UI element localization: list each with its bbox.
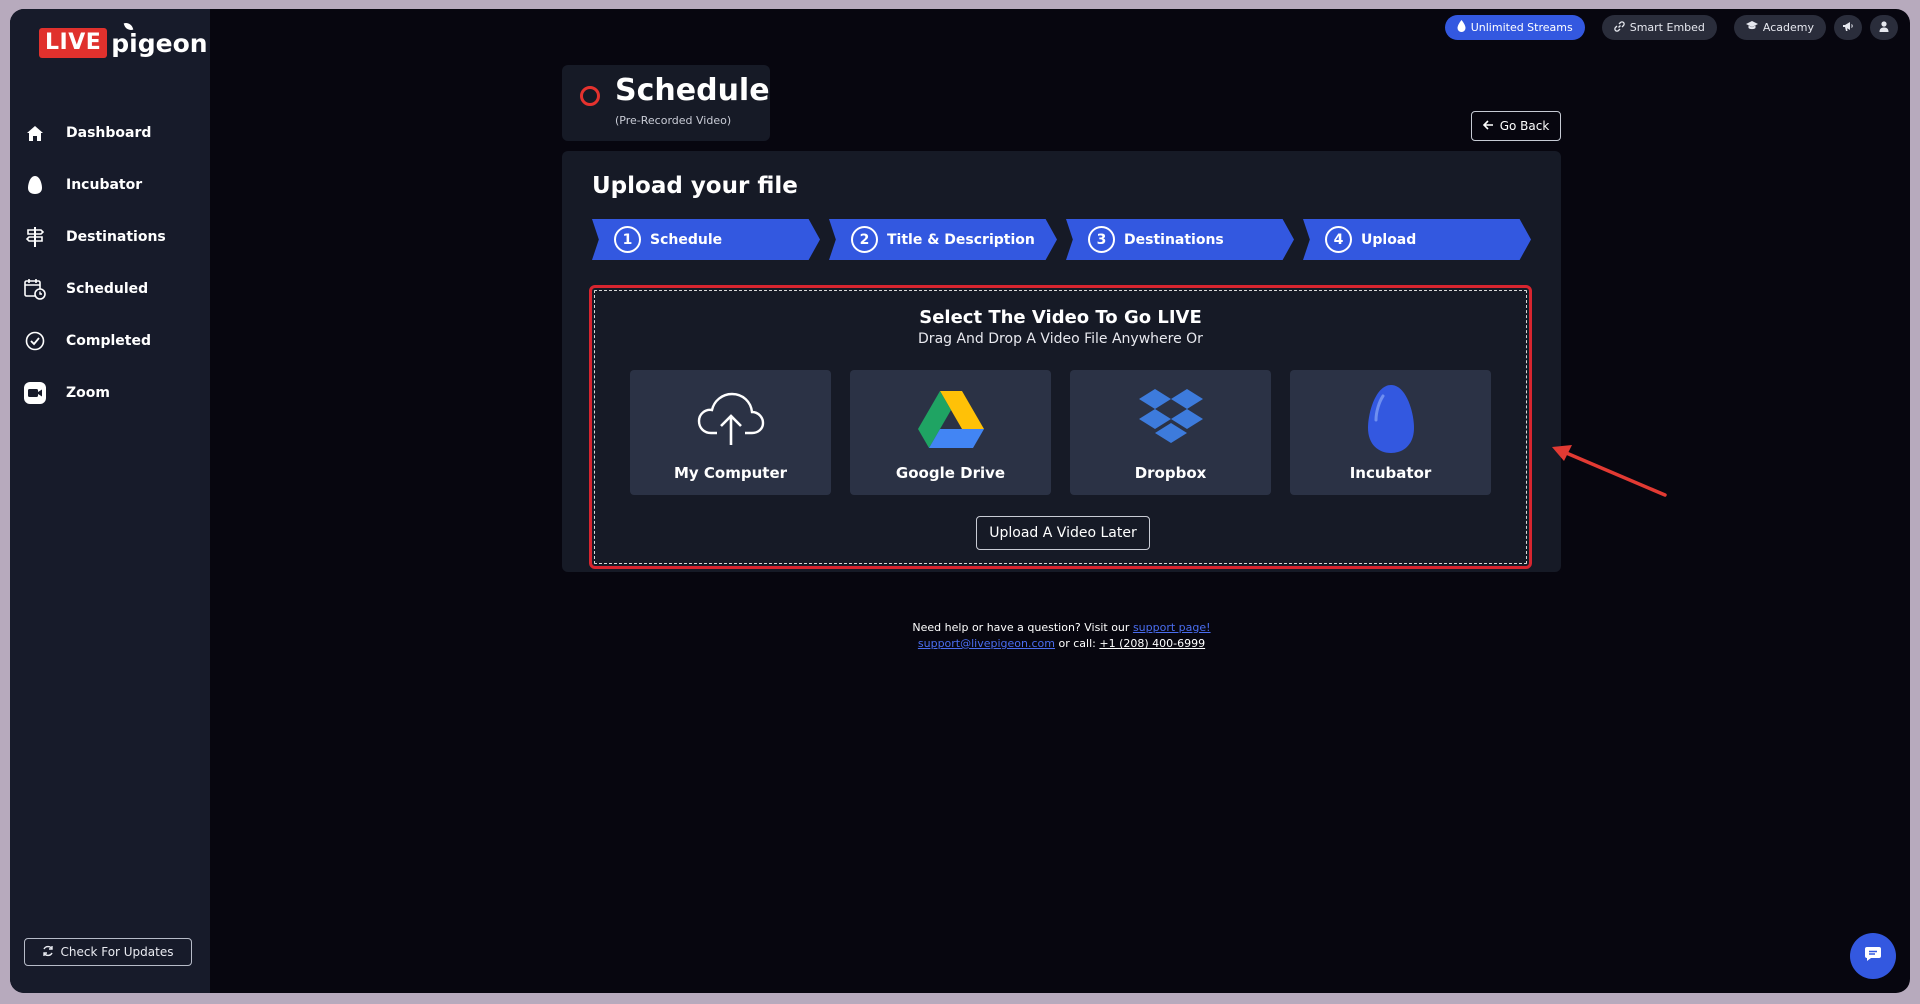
megaphone-icon [1842, 21, 1854, 35]
sidebar-item-label: Incubator [66, 177, 143, 193]
academy-button[interactable]: Academy [1733, 15, 1826, 40]
step-number: 4 [1325, 226, 1352, 253]
help-prefix: Need help or have a question? Visit our [912, 621, 1130, 634]
sidebar-item-completed[interactable]: Completed [10, 315, 210, 367]
source-google-drive[interactable]: Google Drive [850, 370, 1051, 495]
unlimited-streams-button[interactable]: Unlimited Streams [1444, 15, 1585, 40]
record-icon [580, 86, 600, 106]
go-back-button[interactable]: Go Back [1471, 111, 1561, 141]
sidebar-item-zoom[interactable]: Zoom [10, 367, 210, 419]
announcements-button[interactable] [1834, 15, 1862, 40]
link-icon [1614, 20, 1625, 35]
smart-embed-button[interactable]: Smart Embed [1601, 15, 1717, 40]
step-upload[interactable]: 4 Upload [1303, 219, 1531, 260]
sidebar-nav: Dashboard Incubator Destinations Schedul… [10, 107, 210, 419]
step-number: 2 [851, 226, 878, 253]
logo[interactable]: LIVE pigeon [39, 20, 208, 58]
step-progress: 1 Schedule 2 Title & Description 3 Desti… [592, 219, 1531, 260]
sidebar-item-label: Scheduled [66, 281, 149, 297]
page-header: Schedule (Pre-Recorded Video) [562, 65, 770, 141]
help-text: Need help or have a question? Visit our … [562, 620, 1561, 652]
calendar-clock-icon [24, 278, 46, 300]
graduation-cap-icon [1745, 21, 1758, 34]
step-label: Destinations [1124, 231, 1224, 248]
source-my-computer[interactable]: My Computer [630, 370, 831, 495]
annotation-arrow-icon [1550, 443, 1670, 507]
step-destinations[interactable]: 3 Destinations [1066, 219, 1294, 260]
signpost-icon [24, 226, 46, 248]
phone-link[interactable]: +1 (208) 400-6999 [1099, 637, 1205, 650]
source-label: My Computer [673, 464, 788, 482]
dropzone-subtitle: Drag And Drop A Video File Anywhere Or [918, 331, 1203, 347]
sidebar-item-destinations[interactable]: Destinations [10, 211, 210, 263]
logo-pigeon: pigeon [111, 20, 208, 58]
upload-later-button[interactable]: Upload A Video Later [976, 516, 1150, 550]
sidebar: LIVE pigeon Dashboard Incubator Destinat… [10, 9, 210, 993]
step-label: Title & Description [887, 231, 1035, 248]
source-label: Google Drive [895, 464, 1006, 482]
support-page-link[interactable]: support page! [1133, 621, 1211, 634]
egg-icon [1290, 385, 1491, 453]
dropzone-title: Select The Video To Go LIVE [919, 307, 1202, 328]
sidebar-item-label: Completed [66, 333, 152, 349]
step-label: Schedule [650, 231, 723, 248]
sidebar-item-label: Dashboard [66, 125, 152, 141]
logo-pigeon-text: pigeon [111, 28, 208, 58]
page-title: Schedule [615, 73, 770, 108]
check-updates-button[interactable]: Check For Updates [24, 938, 192, 966]
step-number: 3 [1088, 226, 1115, 253]
step-label: Upload [1361, 231, 1417, 248]
step-number: 1 [614, 226, 641, 253]
drop-icon [1457, 20, 1466, 35]
source-dropbox[interactable]: Dropbox [1070, 370, 1271, 495]
step-title-description[interactable]: 2 Title & Description [829, 219, 1057, 260]
source-label: Incubator [1349, 464, 1432, 482]
upload-sources: My Computer Google Drive Dropbox Incubat… [630, 370, 1491, 495]
or-call-text: or call: [1058, 637, 1096, 650]
sidebar-item-incubator[interactable]: Incubator [10, 159, 210, 211]
chat-button[interactable] [1850, 933, 1896, 979]
step-schedule[interactable]: 1 Schedule [592, 219, 820, 260]
upload-card: Upload your file 1 Schedule 2 Title & De… [562, 151, 1561, 572]
sidebar-item-label: Destinations [66, 229, 166, 245]
smart-embed-label: Smart Embed [1629, 21, 1705, 34]
zoom-icon [24, 382, 46, 404]
video-dropzone[interactable]: Select The Video To Go LIVE Drag And Dro… [589, 285, 1532, 569]
unlimited-streams-label: Unlimited Streams [1470, 21, 1573, 34]
top-bar: Unlimited Streams Smart Embed Academy [1444, 15, 1898, 40]
source-label: Dropbox [1134, 464, 1207, 482]
refresh-icon [42, 945, 54, 960]
sidebar-item-label: Zoom [66, 385, 110, 401]
support-email-link[interactable]: support@livepigeon.com [918, 637, 1055, 650]
upload-title: Upload your file [592, 173, 798, 199]
check-updates-label: Check For Updates [60, 945, 174, 959]
sidebar-item-scheduled[interactable]: Scheduled [10, 263, 210, 315]
dropbox-icon [1070, 387, 1271, 451]
app-window: LIVE pigeon Dashboard Incubator Destinat… [10, 9, 1910, 993]
account-button[interactable] [1870, 15, 1898, 40]
page-subtitle: (Pre-Recorded Video) [615, 114, 732, 127]
user-icon [1879, 20, 1889, 35]
home-icon [24, 122, 46, 144]
google-drive-icon [850, 387, 1051, 451]
cloud-upload-icon [630, 387, 831, 451]
academy-label: Academy [1762, 21, 1814, 34]
check-circle-icon [24, 330, 46, 352]
egg-icon [24, 174, 46, 196]
source-incubator[interactable]: Incubator [1290, 370, 1491, 495]
go-back-label: Go Back [1499, 119, 1550, 133]
arrow-left-icon [1482, 119, 1494, 133]
chat-icon [1864, 946, 1882, 966]
sidebar-item-dashboard[interactable]: Dashboard [10, 107, 210, 159]
logo-live: LIVE [39, 28, 108, 58]
